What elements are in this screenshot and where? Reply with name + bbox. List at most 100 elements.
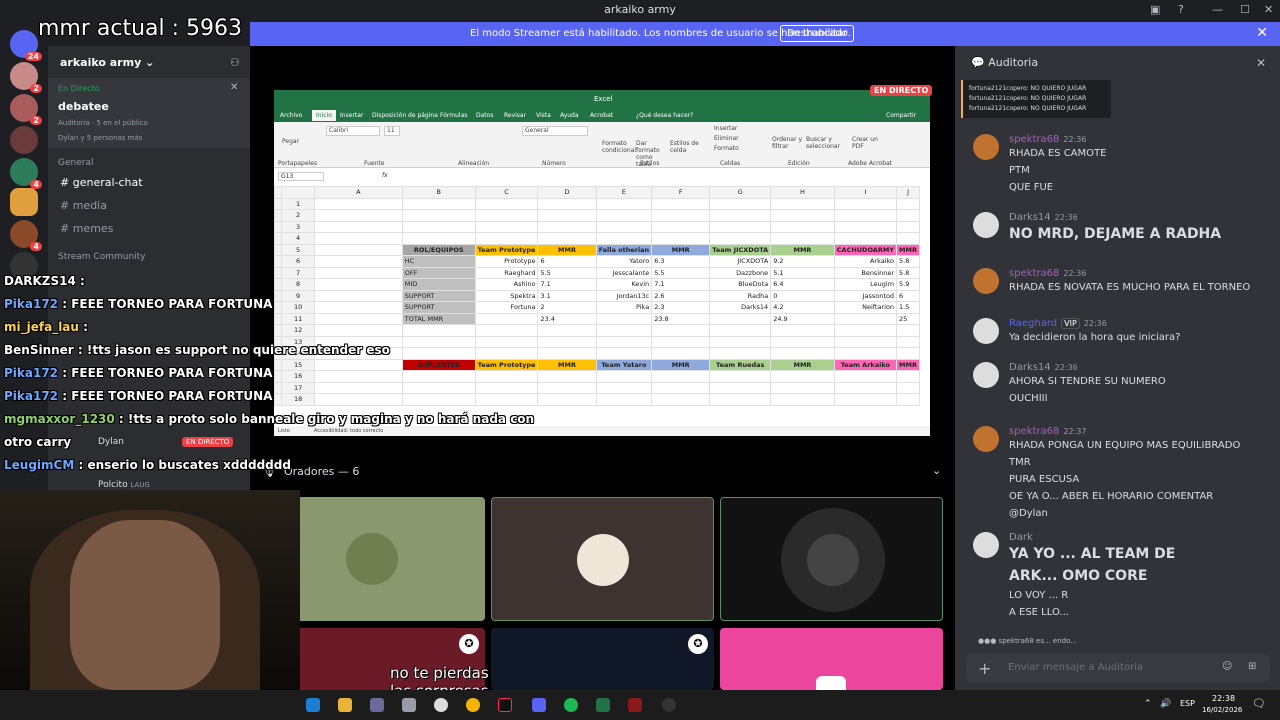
sheet-cell[interactable] <box>833 370 898 383</box>
sheet-cell[interactable]: 0 <box>770 289 835 302</box>
sheet-cell[interactable]: Dazzbone <box>709 266 772 279</box>
close-event-icon[interactable]: ✕ <box>230 82 238 93</box>
sheet-cell[interactable] <box>537 370 597 383</box>
font-size-select[interactable]: 11 <box>384 126 400 136</box>
sheet-cell[interactable] <box>896 370 920 383</box>
sheet-cell[interactable]: MMR <box>896 358 920 371</box>
column-header[interactable] <box>281 186 315 199</box>
user-avatar[interactable] <box>973 268 999 294</box>
app-icon[interactable] <box>628 698 642 712</box>
sheet-cell[interactable] <box>474 197 539 210</box>
sheet-cell[interactable] <box>896 209 920 222</box>
sheet-cell[interactable] <box>651 370 711 383</box>
sheet-cell[interactable] <box>896 381 920 394</box>
sheet-cell[interactable] <box>833 312 898 325</box>
ribbon-button[interactable]: Pegar <box>282 138 299 145</box>
column-header[interactable]: I <box>833 186 898 199</box>
sheet-cell[interactable]: 2 <box>537 301 597 314</box>
sheet-cell[interactable] <box>770 393 835 406</box>
sheet-cell[interactable]: Darks14 <box>709 301 772 314</box>
name-box[interactable]: G13 <box>278 172 324 181</box>
sheet-cell[interactable] <box>595 197 653 210</box>
sheet-cell[interactable]: Jesscalante <box>595 266 653 279</box>
sheet-cell[interactable] <box>537 197 597 210</box>
sheet-cell[interactable]: 7.1 <box>651 278 711 291</box>
sheet-cell[interactable] <box>709 220 772 233</box>
menu-item[interactable]: Datos <box>476 112 493 119</box>
close-chat-icon[interactable]: ✕ <box>1256 56 1266 70</box>
ribbon-button[interactable]: Eliminar <box>714 135 739 142</box>
ribbon-button[interactable]: Formato <box>714 145 739 152</box>
notification-icon[interactable]: 🗨 <box>1252 697 1266 710</box>
sheet-cell[interactable]: Prototype <box>474 255 539 268</box>
row-number[interactable]: 2 <box>281 209 315 222</box>
sheet-cell[interactable]: Radha <box>709 289 772 302</box>
sheet-cell[interactable] <box>313 243 403 256</box>
message-author[interactable]: Darks14 <box>1009 212 1051 223</box>
sheet-cell[interactable]: Pika <box>595 301 653 314</box>
speaker-tile[interactable] <box>720 628 943 690</box>
sheet-cell[interactable] <box>651 197 711 210</box>
sheet-cell[interactable]: MMR <box>537 358 597 371</box>
chevron-down-icon[interactable]: ⌄ <box>932 464 941 477</box>
sheet-cell[interactable] <box>833 335 898 348</box>
channel-general-chat[interactable]: # general-chat <box>60 176 143 189</box>
sheet-cell[interactable] <box>595 232 653 245</box>
sheet-cell[interactable] <box>651 209 711 222</box>
column-header[interactable] <box>274 186 283 199</box>
sheet-cell[interactable] <box>313 232 403 245</box>
sheet-cell[interactable]: CACHUDOARMY <box>833 243 898 256</box>
sheet-cell[interactable] <box>537 393 597 406</box>
sheet-cell[interactable] <box>595 324 653 337</box>
ribbon-button[interactable]: Estilos de celda <box>670 140 700 154</box>
menu-item[interactable]: Vista <box>536 112 551 119</box>
sheet-cell[interactable] <box>770 209 835 222</box>
close-banner-icon[interactable]: ✕ <box>1256 25 1268 41</box>
font-name-select[interactable]: Calibri <box>326 126 380 136</box>
user-avatar[interactable] <box>973 532 999 558</box>
ribbon-button[interactable]: Formato condicional <box>602 140 636 154</box>
column-header[interactable]: H <box>770 186 835 199</box>
sheet-cell[interactable]: MMR <box>770 358 835 371</box>
ribbon-button[interactable]: Ordenar y filtrar <box>772 136 802 150</box>
minimize-icon[interactable]: — <box>1212 3 1223 16</box>
user-avatar[interactable] <box>973 362 999 388</box>
sheet-cell[interactable]: MMR <box>651 358 711 371</box>
sheet-cell[interactable]: 6 <box>537 255 597 268</box>
row-number[interactable]: 4 <box>281 232 315 245</box>
sheet-cell[interactable]: Kevin <box>595 278 653 291</box>
column-header[interactable]: F <box>651 186 711 199</box>
sheet-cell[interactable]: 23.8 <box>651 312 711 325</box>
sheet-cell[interactable] <box>595 393 653 406</box>
sheet-cell[interactable] <box>896 393 920 406</box>
sheet-cell[interactable] <box>595 347 653 360</box>
sheet-cell[interactable] <box>474 393 539 406</box>
sheet-cell[interactable]: Spektra <box>474 289 539 302</box>
sheet-cell[interactable]: Team Yataro <box>595 358 653 371</box>
sheet-cell[interactable] <box>709 324 772 337</box>
chat-input[interactable]: + Enviar mensaje a Auditoria ☺ ⊞ <box>966 654 1270 682</box>
row-header[interactable] <box>274 255 283 268</box>
sheet-cell[interactable]: MMR <box>770 243 835 256</box>
sheet-cell[interactable] <box>474 312 539 325</box>
language-indicator[interactable]: ESP <box>1180 699 1195 708</box>
tiktok-icon[interactable] <box>498 698 512 712</box>
column-header[interactable]: C <box>474 186 539 199</box>
sheet-cell[interactable] <box>770 197 835 210</box>
sheet-cell[interactable]: 2.3 <box>651 301 711 314</box>
sheet-cell[interactable]: Jordan13c <box>595 289 653 302</box>
sheet-cell[interactable] <box>651 381 711 394</box>
sheet-cell[interactable] <box>833 220 898 233</box>
sheet-cell[interactable]: Raeghard <box>474 266 539 279</box>
sheet-cell[interactable] <box>401 197 476 210</box>
sheet-cell[interactable] <box>313 220 403 233</box>
row-number[interactable]: 5 <box>281 243 315 256</box>
sheet-cell[interactable] <box>313 209 403 222</box>
menu-item[interactable]: Archivo <box>280 112 302 119</box>
sheet-cell[interactable] <box>595 220 653 233</box>
sheet-cell[interactable] <box>651 232 711 245</box>
server-icon[interactable] <box>10 188 38 216</box>
sheet-cell[interactable] <box>537 220 597 233</box>
sheet-cell[interactable] <box>770 324 835 337</box>
sheet-cell[interactable] <box>651 347 711 360</box>
